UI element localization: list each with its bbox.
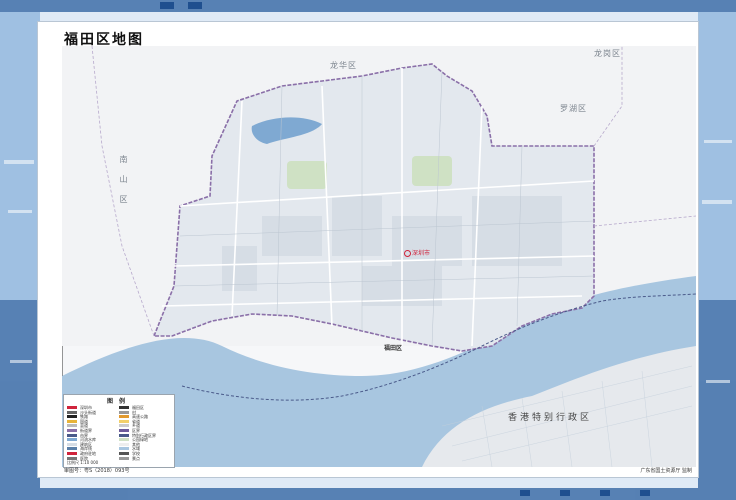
legend-swatch — [67, 442, 77, 446]
city-dot-icon — [404, 250, 411, 257]
legend-swatch — [67, 429, 77, 432]
legend-swatch — [67, 415, 77, 419]
label-longhua: 龙华区 — [330, 61, 357, 70]
legend-swatch — [119, 419, 129, 423]
legend-swatch — [67, 410, 77, 414]
map-publisher: 广东省国土资源厅 监制 — [640, 468, 692, 474]
legend-swatch — [67, 433, 77, 437]
legend-swatch — [119, 447, 129, 451]
legend-swatch — [119, 406, 129, 409]
label-longgang: 龙岗区 — [594, 49, 621, 58]
legend-item: 景点 — [119, 456, 171, 461]
legend-swatch — [67, 419, 77, 423]
legend-swatch — [119, 415, 129, 419]
legend-title: 图例 — [106, 398, 131, 405]
map-legend: 图例 深圳市 福田区 沙头街道村铁路 高速公路 国道 省道 县道 乡道 街道界 区界 市界 特别行政区… — [63, 394, 175, 468]
legend-swatch — [119, 433, 129, 437]
legend-swatch — [119, 424, 129, 428]
city-marker[interactable]: 深圳市 — [404, 248, 430, 257]
legend-swatch — [119, 442, 129, 446]
legend-swatch — [119, 429, 129, 432]
legend-swatch — [119, 438, 129, 442]
map-approval-number: 审图号：粤S（2018）093号 — [64, 468, 130, 474]
legend-swatch — [67, 406, 77, 409]
city-label: 深圳市 — [412, 250, 431, 257]
legend-swatch — [119, 452, 129, 455]
legend-swatch — [119, 410, 129, 414]
district-seat-label: 福田区 — [384, 345, 403, 352]
label-nanshan: 南山区 — [119, 155, 128, 215]
legend-swatch — [67, 424, 77, 428]
label-hong-kong: 香港特别行政区 — [508, 413, 593, 423]
legend-swatch — [119, 456, 129, 460]
legend-swatch — [67, 447, 77, 451]
legend-swatch — [67, 452, 77, 455]
label-luohu: 罗湖区 — [560, 104, 587, 113]
legend-scale: 比例尺 1:10 000 — [67, 460, 99, 465]
legend-swatch — [67, 438, 77, 442]
legend-item-label: 景点 — [132, 455, 140, 461]
